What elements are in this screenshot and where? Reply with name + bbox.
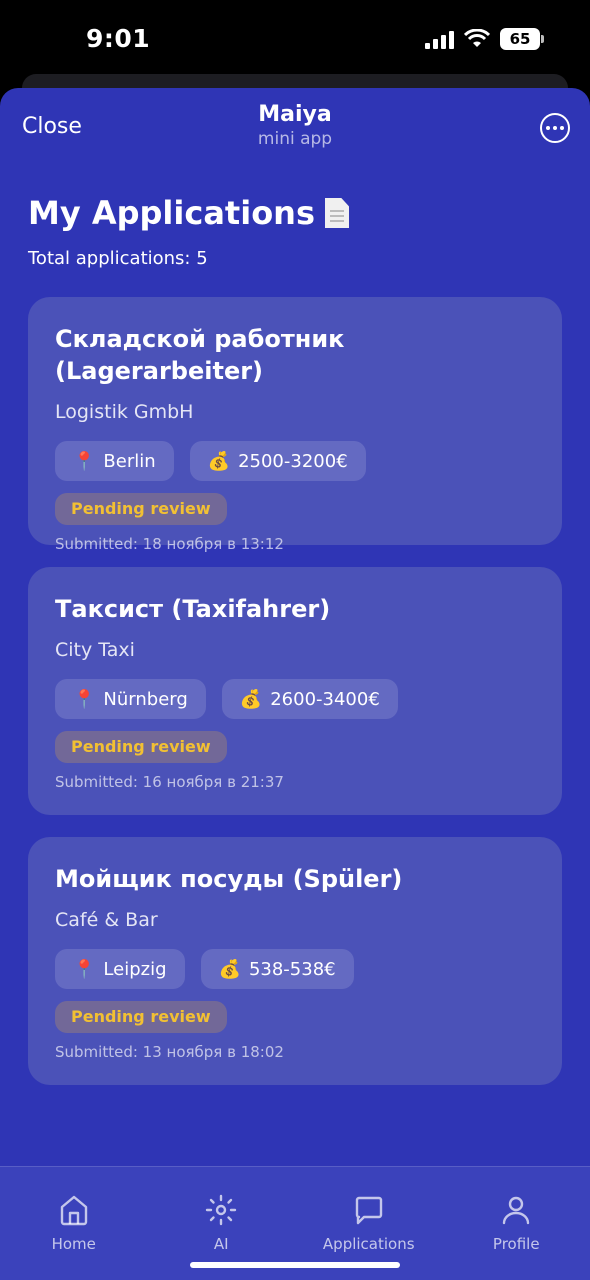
home-indicator[interactable]: [190, 1262, 400, 1268]
status-badge: Pending review: [55, 731, 227, 763]
wifi-icon: [464, 29, 490, 47]
tab-label: AI: [213, 1235, 229, 1253]
money-bag-icon: 💰: [218, 958, 241, 980]
battery-icon: 65: [500, 28, 544, 50]
applications-list: Складской работник (Lagerarbeiter) Logis…: [0, 269, 590, 1089]
money-bag-icon: 💰: [239, 688, 263, 710]
home-icon: [60, 1195, 87, 1226]
cellular-signal-icon: [425, 29, 454, 49]
app-title: Maiya: [258, 102, 332, 127]
submitted-date: Submitted: 16 ноября в 21:37: [55, 773, 284, 791]
location-chip: 📍 Berlin: [55, 441, 174, 481]
pin-icon: 📍: [73, 450, 96, 472]
application-card[interactable]: Складской работник (Lagerarbeiter) Logis…: [28, 297, 562, 553]
status-time: 9:01: [86, 24, 151, 53]
page-header: My Applications Total applications: 5: [0, 168, 590, 269]
salary-chip: 💰 2600-3400€: [221, 679, 398, 719]
document-icon: [325, 198, 349, 228]
application-card[interactable]: Мойщик посуды (Spüler) Café & Bar 📍 Leipz…: [28, 837, 562, 1085]
person-icon: [503, 1196, 530, 1225]
app-title-block: Maiya mini app: [0, 102, 590, 149]
status-badge: Pending review: [55, 1001, 227, 1033]
company-name: Logistik GmbH: [55, 401, 194, 423]
location-chip: 📍 Leipzig: [55, 949, 185, 989]
tab-label: Profile: [492, 1235, 540, 1253]
total-applications: Total applications: 5: [28, 248, 208, 269]
salary-chip: 💰 538-538€: [200, 949, 354, 989]
more-options-button[interactable]: [540, 113, 570, 143]
app-subtitle: mini app: [257, 129, 333, 149]
tab-home[interactable]: Home: [4, 1193, 144, 1280]
sparkle-icon: [206, 1194, 237, 1226]
page-title-text: My Applications: [28, 194, 315, 232]
status-icons: 65: [425, 28, 544, 50]
app-header: Close Maiya mini app: [0, 88, 590, 168]
location-chip: 📍 Nürnberg: [55, 679, 206, 719]
pin-icon: 📍: [73, 958, 96, 980]
mini-app-window: Close Maiya mini app My Applications Tot…: [0, 88, 590, 1280]
status-bar: 9:01 65: [0, 0, 590, 80]
tab-label: Home: [51, 1235, 96, 1253]
chat-icon: [355, 1196, 382, 1225]
submitted-date: Submitted: 18 ноября в 13:12: [55, 535, 284, 553]
page-title: My Applications: [28, 194, 562, 232]
pin-icon: 📍: [73, 688, 96, 710]
salary-chip: 💰 2500-3200€: [189, 441, 366, 481]
status-badge: Pending review: [55, 493, 227, 525]
job-title: Таксист (Taxifahrer): [55, 595, 331, 623]
tab-label: Applications: [322, 1235, 415, 1253]
company-name: Café & Bar: [55, 909, 158, 931]
job-title: Складской работник (Lagerarbeiter): [55, 325, 345, 385]
submitted-date: Submitted: 13 ноября в 18:02: [55, 1043, 284, 1061]
company-name: City Taxi: [55, 639, 135, 661]
tab-profile[interactable]: Profile: [446, 1193, 586, 1280]
job-title: Мойщик посуды (Spüler): [55, 865, 403, 893]
money-bag-icon: 💰: [207, 450, 231, 472]
application-card[interactable]: Таксист (Taxifahrer) City Taxi 📍 Nürnberg…: [28, 567, 562, 815]
